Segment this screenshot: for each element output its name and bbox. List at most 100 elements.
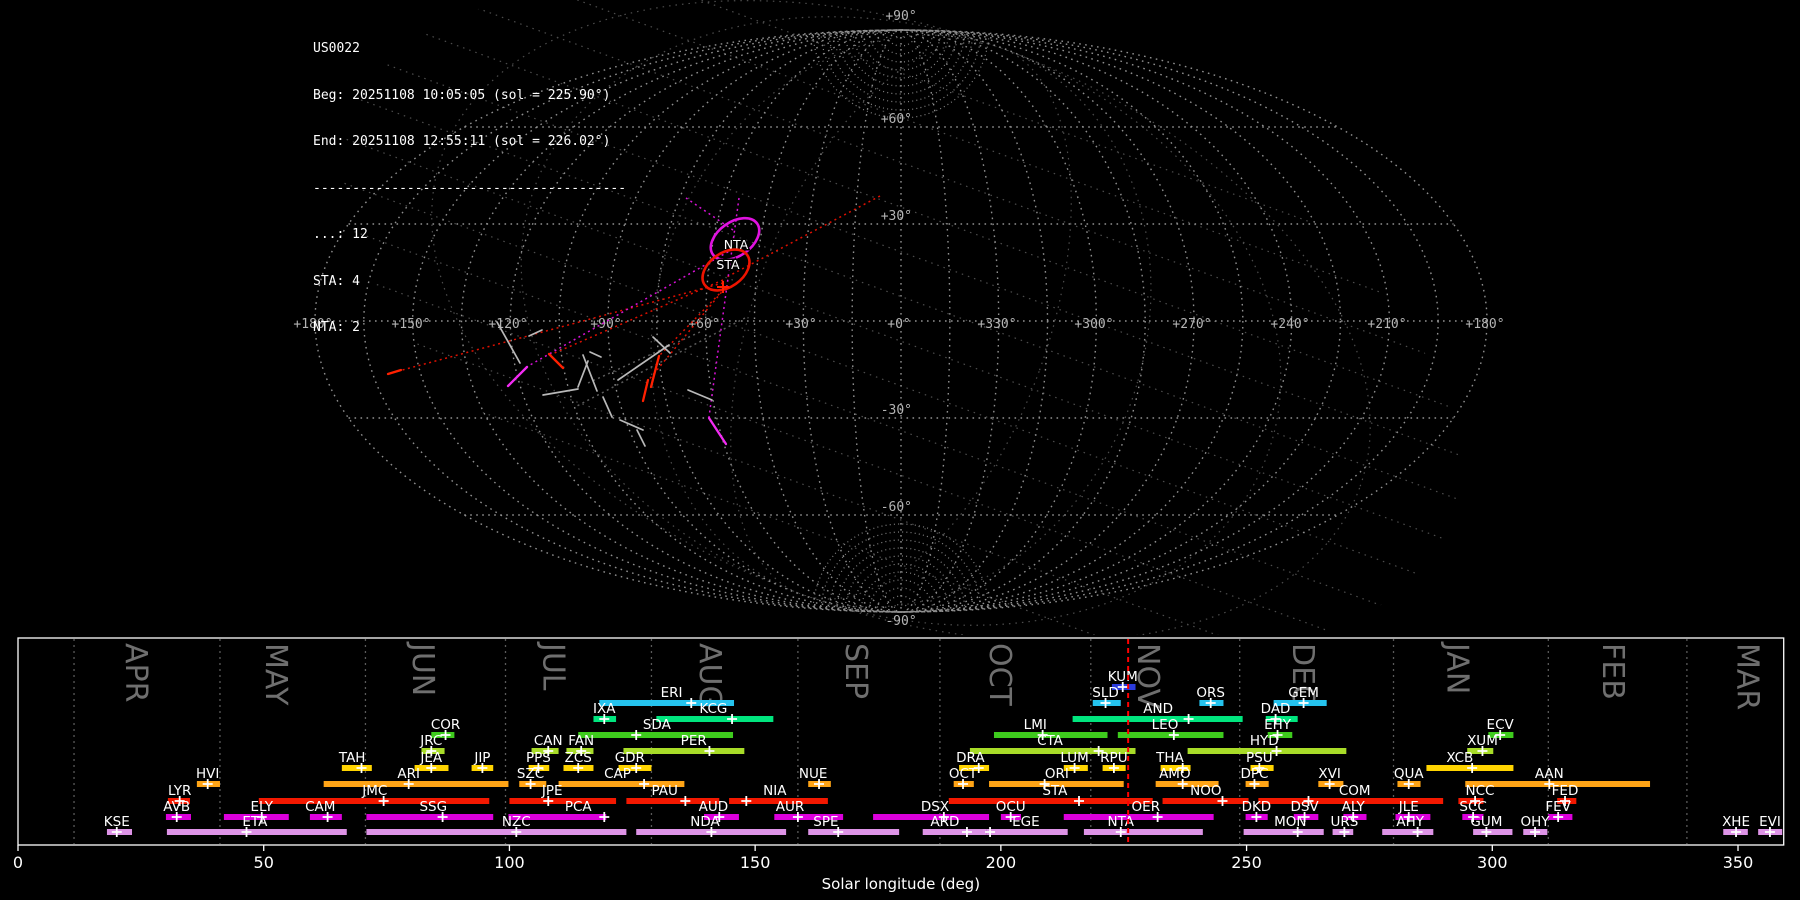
month-label-SEP: SEP [838,643,873,699]
latitude-label: +60° [881,112,912,127]
shower-label-PAU: PAU [652,783,678,799]
shower-label-AAN: AAN [1535,766,1564,782]
latitude-label: +30° [881,209,912,224]
shower-label-JRC: JRC [419,733,442,749]
observation-info-panel: US0022 Beg: 20251108 10:05:05 (sol = 225… [313,10,626,367]
shower-label-EHY: EHY [1264,717,1292,733]
shower-label-AMO: AMO [1159,766,1191,782]
axis-tick-label: 300 [1477,853,1508,872]
shower-label-FAN: FAN [568,733,594,749]
shower-label-AVB: AVB [163,799,190,815]
shower-label-KCG: KCG [699,701,727,717]
shower-label-LMI: LMI [1024,717,1047,733]
shower-label-JEA: JEA [419,750,443,766]
observation-begin: Beg: 20251108 10:05:05 (sol = 225.90°) [313,87,611,103]
sky-map-projection: +180° +150° +120° +90° +60° +30° +0° +330° +300°… [250,0,1552,635]
shower-label-ORI: ORI [1045,766,1069,782]
shower-label-GUM: GUM [1470,814,1502,830]
shower-label-AUR: AUR [776,799,805,815]
sporadic-count: ...: 12 [313,227,368,242]
longitude-label: +180° [1465,317,1504,332]
shower-max-marker-STA [1074,796,1084,806]
shower-label-URS: URS [1330,814,1358,830]
shower-label-ZCS: ZCS [565,750,592,766]
shower-label-LUM: LUM [1060,750,1088,766]
shower-activity-timeline: APR MAY JUN JUL AUG SEP OCT NOV DEC JAN FEB MARKUME… [13,637,1785,893]
shower-label-SPE: SPE [813,814,838,830]
shower-label-CAP: CAP [604,766,631,782]
shower-label-SZC: SZC [517,766,544,782]
shower-label-XUM: XUM [1467,733,1498,749]
shower-label-OER: OER [1132,799,1161,815]
month-label-FEB: FEB [1595,643,1630,700]
shower-max-marker-SDA [631,730,642,740]
latitude-label: -60° [881,500,912,515]
latitude-label: -30° [881,403,912,418]
longitude-label: +270° [1172,317,1211,332]
axis-tick-label: 350 [1723,853,1754,872]
shower-bars: KUM ERI SLD ORS GEM IXA KCG AND DAD COR SDA LMI LEO E… [104,669,1783,837]
shower-label-JIP: JIP [473,750,490,766]
shower-label-ERI: ERI [661,685,683,701]
month-label-MAY: MAY [258,643,293,706]
shower-label-ARD: ARD [930,814,959,830]
sta-trajectory [646,287,726,383]
shower-label-ELY: ELY [250,799,273,815]
shower-label-EGE: EGE [1012,814,1040,830]
shower-label-DSX: DSX [921,799,949,815]
shower-label-GEM: GEM [1288,685,1319,701]
shower-bar-NZC [366,829,627,835]
shower-label-NOO: NOO [1190,783,1221,799]
shower-label-GDR: GDR [615,750,645,766]
shower-label-OCU: OCU [996,799,1026,815]
shower-label-DSV: DSV [1290,799,1319,815]
month-label-JUN: JUN [405,641,440,696]
shower-label-NCC: NCC [1466,783,1495,799]
shower-label-RPU: RPU [1100,750,1127,766]
shower-label-SCC: SCC [1459,799,1486,815]
sporadic-meteor-trail [542,388,579,396]
south-pole-label: -90° [885,614,916,629]
longitude-label: +240° [1270,317,1309,332]
shower-label-DAD: DAD [1261,701,1291,717]
shower-label-COM: COM [1339,783,1371,799]
month-label-OCT: OCT [982,643,1017,707]
longitude-label: +30° [785,317,816,332]
shower-label-HYD: HYD [1250,733,1279,749]
shower-label-NZC: NZC [502,814,531,830]
shower-label-IXA: IXA [593,701,616,717]
sta-meteor-trail [641,378,650,403]
shower-label-FED: FED [1552,783,1579,799]
shower-label-ARI: ARI [397,766,420,782]
shower-label-JMC: JMC [361,783,387,799]
station-id: US0022 [313,41,360,56]
separator-line: ---------------------------------------- [313,180,627,196]
sporadic-meteor-trail [687,389,713,401]
shower-label-KSE: KSE [104,814,130,830]
shower-label-LYR: LYR [168,783,191,799]
shower-max-marker-ARD [961,827,972,837]
shower-label-ALY: ALY [1342,799,1366,815]
shower-label-XVI: XVI [1318,766,1340,782]
shower-label-LEO: LEO [1152,717,1179,733]
shower-max-marker-CAP [639,779,650,789]
axis-tick-label: 100 [494,853,525,872]
axis-tick-label: 200 [986,853,1017,872]
longitude-label: +0° [887,317,910,332]
nta-count: NTA: 2 [313,320,360,335]
shower-label-THA: THA [1155,750,1184,766]
x-axis: 0 50 100 150 200 250 300 350 Solar longitude (de… [13,845,1753,893]
shower-label-MON: MON [1274,814,1306,830]
radiant-label-STA: STA [716,257,740,272]
shower-label-TAH: TAH [338,750,366,766]
shower-label-ECV: ECV [1487,717,1515,733]
sporadic-meteor-trail [602,396,613,418]
month-label-MAR: MAR [1730,643,1765,710]
shower-label-JLE: JLE [1398,799,1419,815]
nta-meteor-trail [707,416,728,446]
shower-label-PCA: PCA [565,799,593,815]
shower-max-marker-EGE [985,827,996,837]
shower-bar-NTA [1083,829,1203,835]
shower-label-COR: COR [431,717,460,733]
shower-max-marker-PAU [680,796,691,806]
